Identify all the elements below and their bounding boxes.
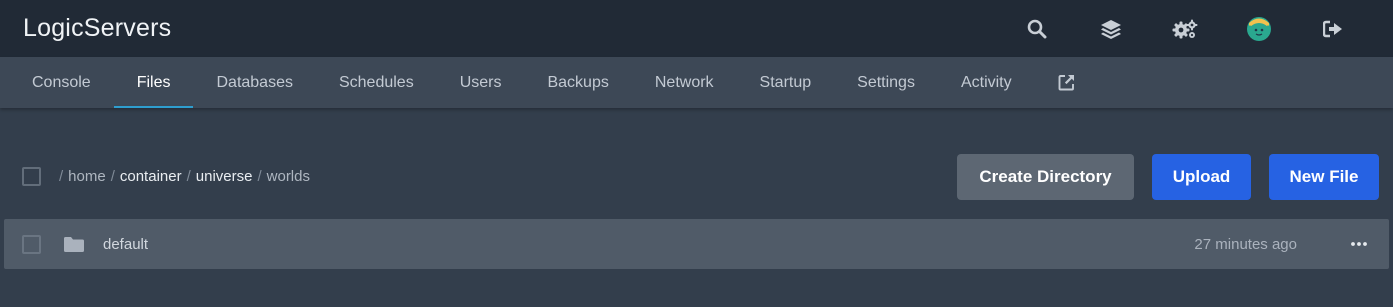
tab-schedules[interactable]: Schedules bbox=[316, 57, 437, 108]
breadcrumb-container[interactable]: container bbox=[120, 168, 182, 185]
breadcrumb-separator: / bbox=[257, 168, 262, 185]
file-row-checkbox[interactable] bbox=[22, 234, 41, 254]
external-link-icon[interactable] bbox=[1035, 57, 1098, 108]
file-toolbar: / home / container / universe / worlds C… bbox=[0, 153, 1393, 200]
app-title[interactable]: LogicServers bbox=[23, 14, 171, 43]
file-name[interactable]: default bbox=[103, 236, 1194, 253]
create-directory-button[interactable]: Create Directory bbox=[957, 153, 1134, 200]
tab-backups[interactable]: Backups bbox=[524, 57, 631, 108]
avatar[interactable] bbox=[1222, 0, 1296, 57]
tab-databases[interactable]: Databases bbox=[193, 57, 316, 108]
tab-startup[interactable]: Startup bbox=[737, 57, 835, 108]
upload-button[interactable]: Upload bbox=[1152, 153, 1251, 200]
top-icons bbox=[1000, 0, 1370, 57]
cogs-icon[interactable] bbox=[1148, 0, 1222, 57]
select-all-checkbox[interactable] bbox=[22, 167, 41, 186]
file-actions: Create Directory Upload New File bbox=[957, 153, 1379, 200]
file-modified: 27 minutes ago bbox=[1194, 235, 1297, 253]
breadcrumb-separator: / bbox=[186, 168, 191, 185]
breadcrumb-separator: / bbox=[110, 168, 115, 185]
folder-icon bbox=[63, 236, 85, 253]
server-nav: Console Files Databases Schedules Users … bbox=[0, 57, 1393, 108]
breadcrumb-home: home bbox=[68, 168, 106, 185]
tab-files[interactable]: Files bbox=[113, 57, 194, 108]
tab-console[interactable]: Console bbox=[9, 57, 114, 108]
search-icon[interactable] bbox=[1000, 0, 1074, 57]
breadcrumb-worlds: worlds bbox=[266, 168, 310, 185]
tab-activity[interactable]: Activity bbox=[938, 57, 1035, 108]
layers-icon[interactable] bbox=[1074, 0, 1148, 57]
file-row[interactable]: default 27 minutes ago bbox=[4, 219, 1389, 269]
breadcrumb: / home / container / universe / worlds bbox=[22, 167, 310, 186]
tab-network[interactable]: Network bbox=[632, 57, 737, 108]
file-manager: / home / container / universe / worlds C… bbox=[0, 108, 1393, 307]
more-options-icon[interactable] bbox=[1351, 242, 1367, 246]
top-bar: LogicServers bbox=[0, 0, 1393, 57]
sign-out-icon[interactable] bbox=[1296, 0, 1370, 57]
breadcrumb-separator: / bbox=[59, 168, 64, 185]
tab-users[interactable]: Users bbox=[437, 57, 525, 108]
tab-settings[interactable]: Settings bbox=[834, 57, 938, 108]
breadcrumb-universe[interactable]: universe bbox=[196, 168, 253, 185]
new-file-button[interactable]: New File bbox=[1269, 153, 1379, 200]
